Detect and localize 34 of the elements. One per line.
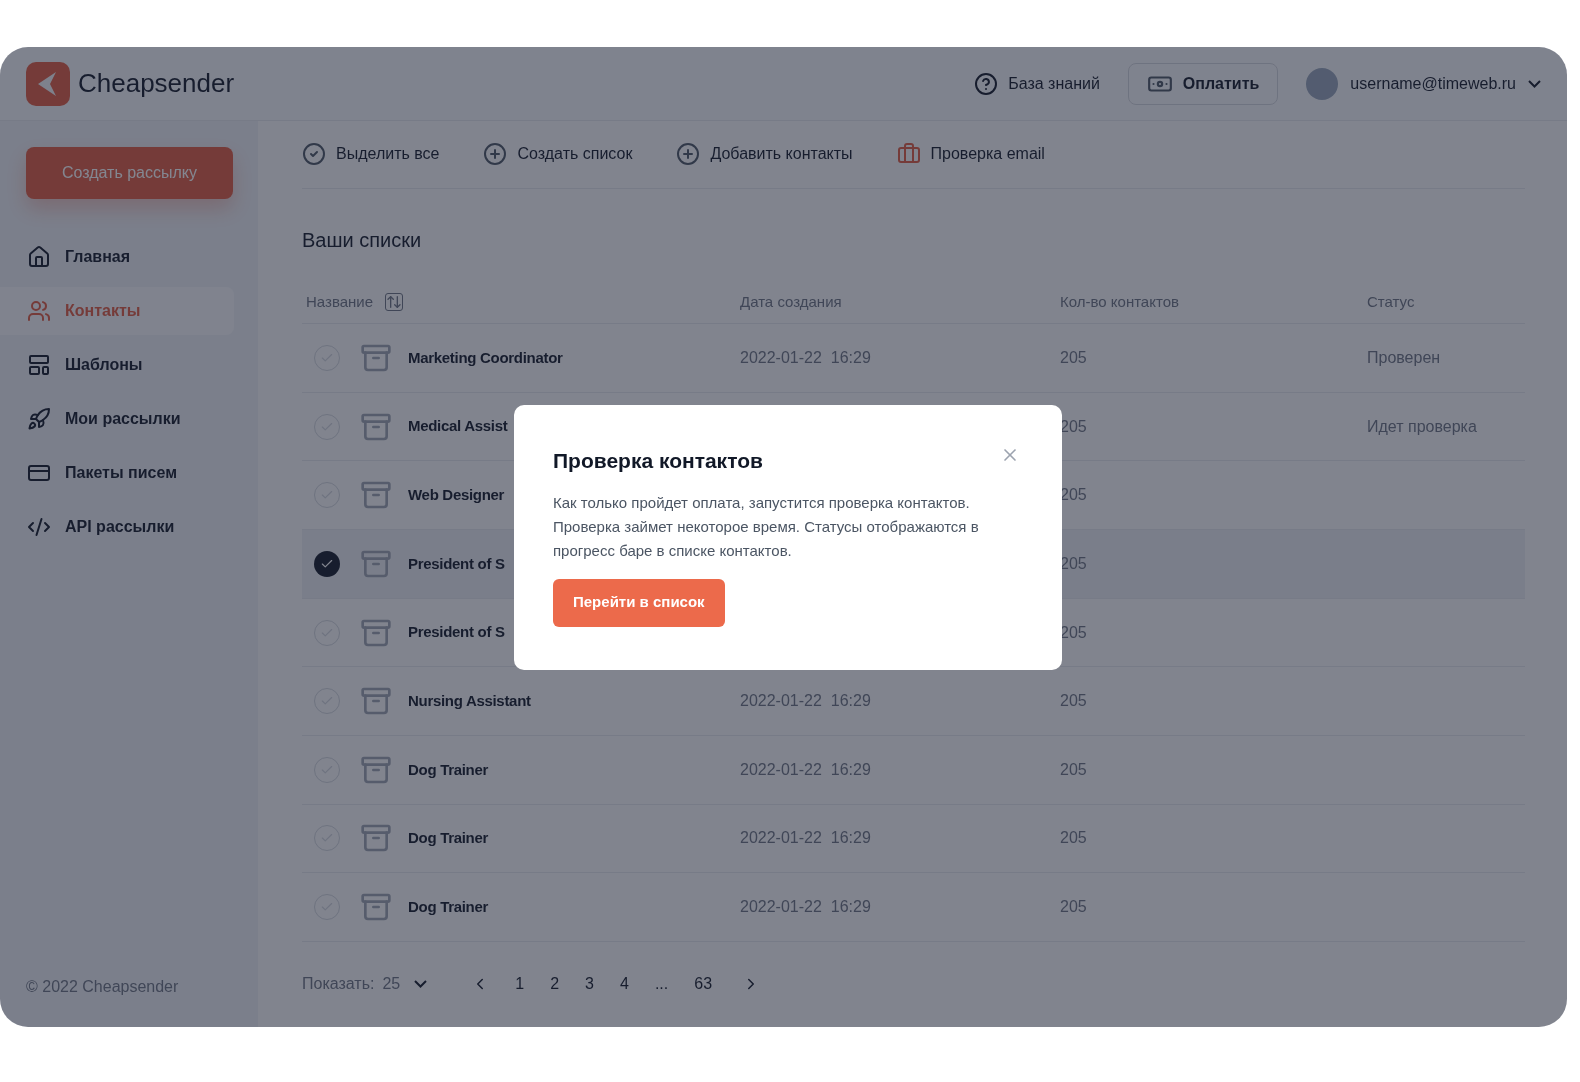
date-cell-text: 2022-01-22 16:29 (740, 348, 872, 368)
column-header: Статус (1367, 291, 1415, 312)
count-cell-text: 205 (1060, 485, 1088, 506)
count-cell-text: 205 (1060, 553, 1088, 574)
list-name: Nursing Assistant (408, 690, 531, 711)
count-cell-text: 205 (1060, 759, 1088, 780)
list-name: President of S (408, 553, 505, 574)
count-cell-text: 205 (1060, 622, 1088, 643)
list-name: Dog Trainer (408, 896, 489, 917)
count-cell-text: 205 (1060, 416, 1088, 437)
list-name: Dog Trainer (408, 759, 489, 780)
brand-name: Cheapsender (78, 67, 235, 100)
count-cell-text: 205 (1060, 691, 1088, 712)
column-header: Дата создания (740, 291, 843, 312)
date-cell-text: 2022-01-22 16:29 (740, 897, 872, 918)
date-cell-text: 2022-01-22 16:29 (740, 828, 872, 849)
date-cell-text: 2022-01-22 16:29 (740, 691, 872, 712)
show-label: Показать: (302, 974, 375, 995)
copyright: © 2022 Cheapsender (26, 977, 180, 997)
modal-text: Как только пройдет оплата, запустится проверка контактов. Проверка займет некоторое время. Статусы отображаются в прогресс баре в списке контактов. (553, 492, 980, 561)
count-cell-text: 205 (1060, 828, 1088, 849)
column-header: Кол-во контактов (1060, 291, 1180, 312)
section-title: Ваши списки (302, 227, 422, 253)
count-cell-text: 205 (1060, 348, 1088, 368)
count-cell-text: 205 (1060, 897, 1088, 918)
list-name: Marketing Coordinator (408, 347, 563, 368)
list-name: President of S (408, 622, 505, 643)
column-header: Название (306, 291, 374, 312)
status-cell-text: Проверен (1367, 348, 1441, 368)
list-name: Web Designer (408, 485, 505, 506)
date-cell-text: 2022-01-22 16:29 (740, 759, 872, 780)
status-cell-text: Идет проверка (1367, 416, 1477, 437)
list-name: Dog Trainer (408, 828, 489, 849)
list-name: Medical Assist (408, 416, 508, 437)
